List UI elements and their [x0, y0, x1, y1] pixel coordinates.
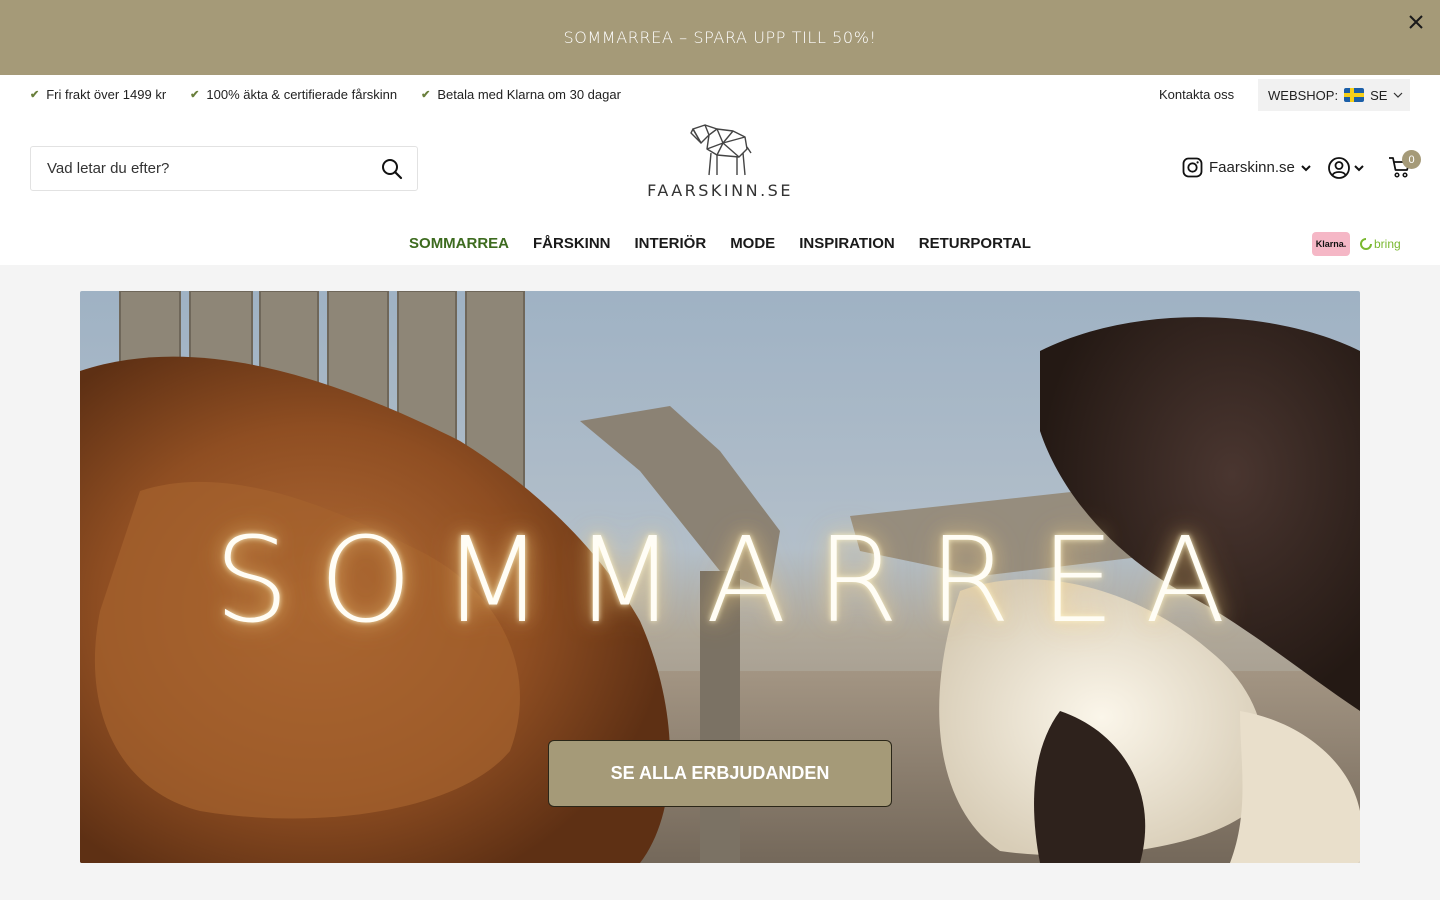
usp-text: 100% äkta & certifierade fårskinn	[206, 87, 398, 102]
chevron-down-icon	[1354, 165, 1364, 172]
usp-item: ✔ Betala med Klarna om 30 dagar	[421, 87, 621, 102]
search-icon[interactable]	[381, 158, 403, 180]
nav-item-returportal[interactable]: RETURPORTAL	[919, 235, 1031, 252]
instagram-icon	[1182, 157, 1203, 178]
logo-text: FAARSKINN.SE	[647, 181, 793, 200]
nav-item-mode[interactable]: MODE	[730, 235, 775, 252]
site-header: ✔ Fri frakt över 1499 kr ✔ 100% äkta & c…	[0, 75, 1440, 265]
usp-text: Betala med Klarna om 30 dagar	[437, 87, 621, 102]
bring-logo: bring	[1360, 237, 1401, 251]
promo-text: SOMMARREA – SPARA UPP TILL 50%!	[563, 28, 877, 47]
instagram-link[interactable]: Faarskinn.se	[1182, 157, 1311, 178]
chevron-down-icon	[1393, 92, 1403, 98]
account-menu[interactable]	[1328, 157, 1364, 179]
site-logo[interactable]: FAARSKINN.SE	[640, 123, 800, 207]
promo-banner: SOMMARREA – SPARA UPP TILL 50%!	[0, 0, 1440, 75]
cart-count-badge: 0	[1402, 150, 1421, 169]
chevron-down-icon	[1301, 164, 1311, 171]
webshop-label: WEBSHOP:	[1268, 87, 1339, 103]
nav-item-inspiration[interactable]: INSPIRATION	[799, 235, 895, 252]
check-icon: ✔	[421, 89, 431, 101]
nav-item-interior[interactable]: INTERIÖR	[635, 235, 707, 252]
nav-item-sommarrea[interactable]: SOMMARREA	[409, 235, 509, 252]
usp-bar: ✔ Fri frakt över 1499 kr ✔ 100% äkta & c…	[30, 87, 621, 102]
close-icon[interactable]	[1406, 12, 1426, 32]
bring-text: bring	[1374, 237, 1401, 251]
user-icon	[1328, 157, 1350, 179]
klarna-badge: Klarna.	[1312, 232, 1350, 256]
sheep-logo-icon	[690, 124, 752, 176]
cart-button[interactable]: 0	[1388, 150, 1421, 184]
main-nav: SOMMARREA FÅRSKINN INTERIÖR MODE INSPIRA…	[0, 235, 1440, 252]
check-icon: ✔	[30, 89, 40, 101]
webshop-country: SE	[1370, 87, 1388, 103]
instagram-label: Faarskinn.se	[1209, 159, 1295, 176]
hero-title: SOMMARREA	[214, 511, 1256, 649]
search-input[interactable]	[47, 160, 381, 177]
search-box	[30, 146, 418, 191]
webshop-selector[interactable]: WEBSHOP: SE	[1258, 79, 1410, 111]
check-icon: ✔	[190, 89, 200, 101]
hero-banner[interactable]: SOMMARREA SE ALLA ERBJUDANDEN	[80, 291, 1360, 863]
usp-item: ✔ Fri frakt över 1499 kr	[30, 87, 166, 102]
contact-link[interactable]: Kontakta oss	[1159, 87, 1234, 102]
see-all-offers-button[interactable]: SE ALLA ERBJUDANDEN	[548, 740, 892, 807]
sweden-flag-icon	[1344, 88, 1365, 102]
usp-item: ✔ 100% äkta & certifierade fårskinn	[190, 87, 397, 102]
usp-text: Fri frakt över 1499 kr	[46, 87, 167, 102]
bring-leaf-icon	[1360, 238, 1372, 250]
nav-item-farskinn[interactable]: FÅRSKINN	[533, 235, 611, 252]
